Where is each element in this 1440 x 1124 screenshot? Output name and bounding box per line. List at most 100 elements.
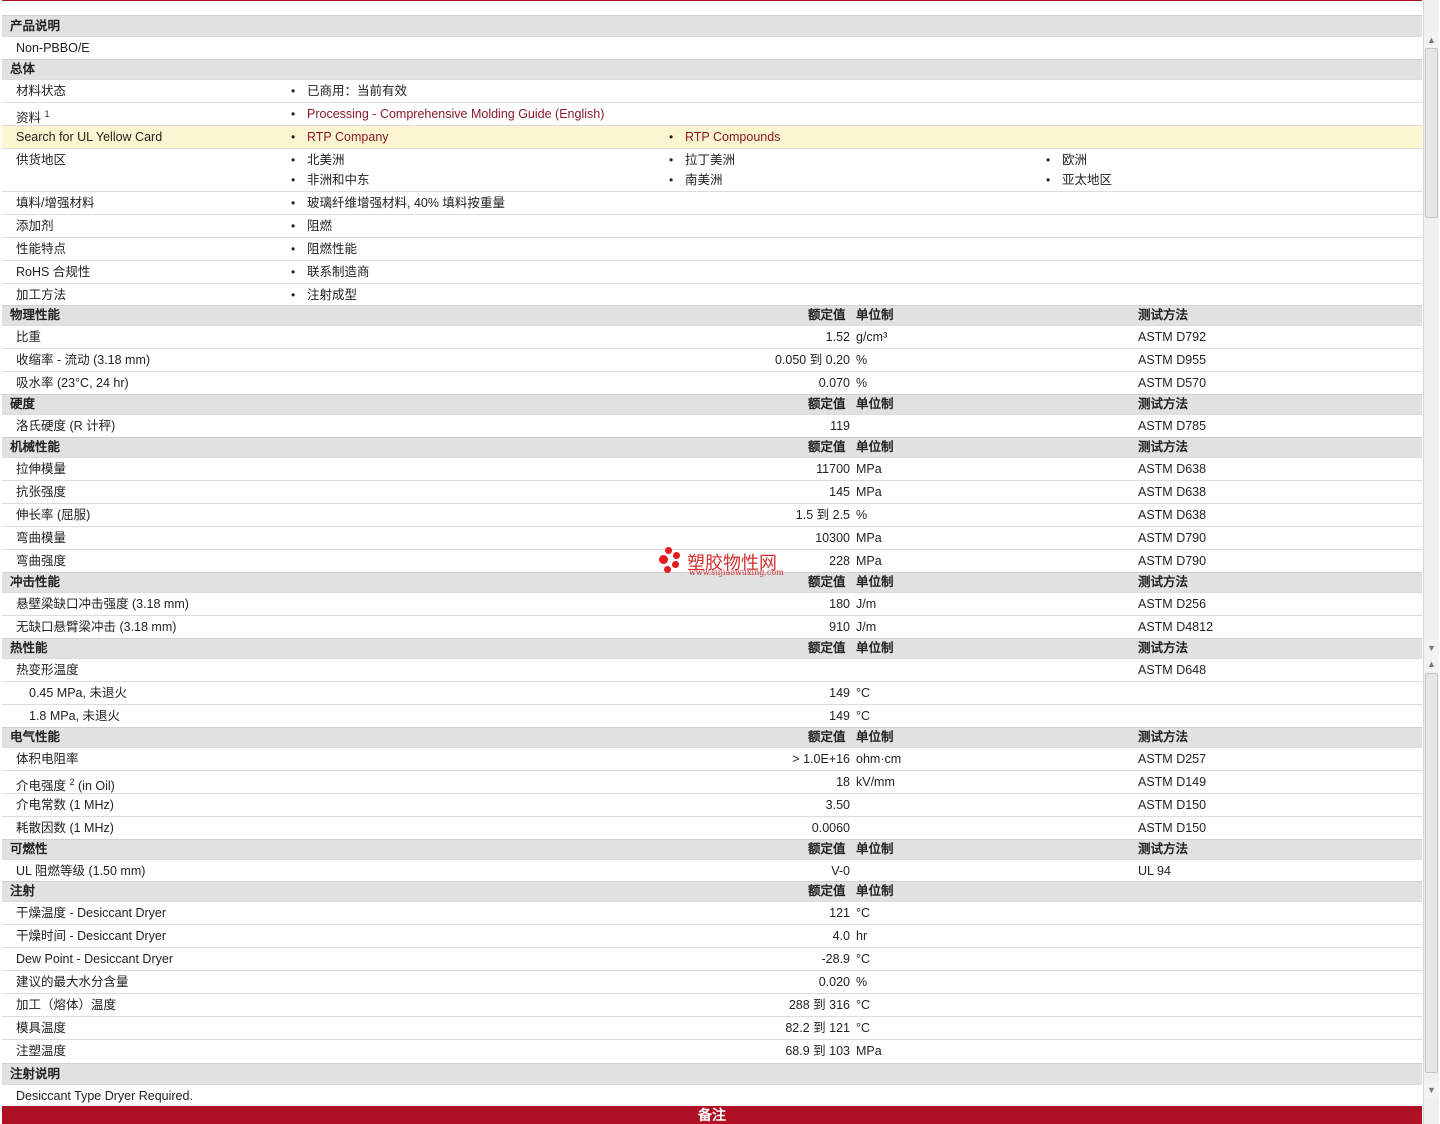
property-unit: hr bbox=[856, 929, 868, 943]
process-value: 注射成型 bbox=[291, 287, 357, 303]
property-unit: % bbox=[856, 353, 868, 367]
property-unit: ohm·cm bbox=[856, 752, 902, 766]
section-title: 冲击性能 bbox=[10, 575, 61, 589]
property-value: 0.070 bbox=[818, 376, 850, 390]
test-method: ASTM D150 bbox=[1138, 798, 1207, 812]
section-injection-notes-header: 注射说明 bbox=[2, 1063, 1422, 1084]
filler-value: 玻璃纤维增强材料, 40% 填料按重量 bbox=[291, 195, 505, 211]
section-title: 总体 bbox=[10, 62, 36, 76]
section-title: 产品说明 bbox=[10, 19, 61, 33]
injection-notes-text: Desiccant Type Dryer Required. bbox=[16, 1089, 193, 1103]
property-row: 加工（熔体）温度 288 到 316 °C bbox=[2, 993, 1422, 1016]
rtp-company-link[interactable]: RTP Company bbox=[291, 129, 389, 145]
test-method: ASTM D638 bbox=[1138, 508, 1207, 522]
property-value: 10300 bbox=[815, 531, 850, 545]
section-title: 注射 bbox=[10, 884, 36, 898]
property-unit: J/m bbox=[856, 620, 877, 634]
property-name-text: 干燥时间 - Desiccant Dryer bbox=[16, 929, 167, 943]
property-unit: MPa bbox=[856, 462, 882, 476]
property-unit: MPa bbox=[856, 1044, 882, 1058]
property-name-text: 0.45 MPa, 未退火 bbox=[29, 686, 127, 700]
filler-row: 填料/增强材料 玻璃纤维增强材料, 40% 填料按重量 bbox=[2, 191, 1422, 214]
property-name-text: 弯曲模量 bbox=[16, 531, 67, 545]
nominal-value-header: 额定值 bbox=[808, 884, 846, 898]
property-name-text: 耗散因数 (1 MHz) bbox=[16, 821, 114, 835]
property-unit: °C bbox=[856, 686, 871, 700]
property-row: 洛氏硬度 (R 计秤) 119 ASTM D785 bbox=[2, 414, 1422, 437]
property-unit: % bbox=[856, 975, 868, 989]
section-title: 热性能 bbox=[10, 641, 48, 655]
test-method: ASTM D955 bbox=[1138, 353, 1207, 367]
scroll-up-arrow-icon[interactable]: ▲ bbox=[1424, 656, 1439, 672]
row-label: 填料/增强材料 bbox=[16, 196, 95, 210]
property-name-text: 悬壁梁缺口冲击强度 (3.18 mm) bbox=[16, 597, 189, 611]
additive-value: 阻燃 bbox=[291, 218, 332, 234]
section-thermal-header: 热性能 额定值 单位制 测试方法 bbox=[2, 638, 1422, 658]
property-name: 体积电阻率 bbox=[16, 751, 79, 767]
property-name: 耗散因数 (1 MHz) bbox=[16, 820, 114, 836]
property-name-text: UL 阻燃等级 (1.50 mm) bbox=[16, 864, 146, 878]
property-name: 加工（熔体）温度 bbox=[16, 997, 116, 1013]
row-label: 性能特点 bbox=[16, 242, 67, 256]
ul-yellow-card-row: Search for UL Yellow Card RTP Company RT… bbox=[2, 125, 1422, 148]
property-name: UL 阻燃等级 (1.50 mm) bbox=[16, 863, 145, 879]
test-method-header: 测试方法 bbox=[1138, 730, 1189, 744]
docs-label: 资料 bbox=[16, 111, 42, 126]
property-name: 收缩率 - 流动 (3.18 mm) bbox=[16, 352, 150, 368]
property-name: 抗张强度 bbox=[16, 484, 66, 500]
scroll-up-arrow-icon[interactable]: ▲ bbox=[1424, 32, 1439, 48]
unit-header: 单位制 bbox=[856, 440, 894, 454]
test-method: ASTM D257 bbox=[1138, 752, 1207, 766]
property-name: 伸长率 (屈服) bbox=[16, 507, 90, 523]
test-method-header: 测试方法 bbox=[1138, 842, 1189, 856]
property-name: 介电强度 2 (in Oil) bbox=[16, 774, 115, 794]
notes-footer-bar[interactable]: 备注 bbox=[2, 1106, 1422, 1124]
property-value: 1.52 bbox=[825, 330, 850, 344]
property-name: 模具温度 bbox=[16, 1020, 66, 1036]
property-name-text: 干燥温度 - Desiccant Dryer bbox=[16, 906, 167, 920]
property-unit: % bbox=[856, 376, 868, 390]
property-row: 热变形温度 ASTM D648 bbox=[2, 658, 1422, 681]
property-name-text: 比重 bbox=[16, 330, 42, 344]
rtp-compounds-link[interactable]: RTP Compounds bbox=[669, 129, 780, 145]
section-product-header: 产品说明 bbox=[2, 15, 1422, 36]
property-unit: °C bbox=[856, 998, 871, 1012]
property-row: 无缺口悬臂梁冲击 (3.18 mm) 910 J/m ASTM D4812 bbox=[2, 615, 1422, 638]
molding-guide-link[interactable]: Processing - Comprehensive Molding Guide… bbox=[291, 106, 604, 122]
row-label: 供货地区 bbox=[16, 153, 67, 167]
property-name-text: 1.8 MPa, 未退火 bbox=[29, 709, 120, 723]
property-unit: °C bbox=[856, 906, 871, 920]
scroll-down-arrow-icon[interactable]: ▼ bbox=[1424, 1082, 1439, 1098]
scroll-thumb[interactable] bbox=[1425, 673, 1438, 1073]
property-name: 建议的最大水分含量 bbox=[16, 974, 129, 990]
property-name: 比重 bbox=[16, 329, 41, 345]
section-flammability-header: 可燃性 额定值 单位制 测试方法 bbox=[2, 839, 1422, 859]
property-name-text: Dew Point - Desiccant Dryer bbox=[16, 952, 173, 966]
property-name: 吸水率 (23°C, 24 hr) bbox=[16, 375, 129, 391]
unit-header: 单位制 bbox=[856, 397, 894, 411]
property-unit: °C bbox=[856, 952, 871, 966]
property-value: 149 bbox=[829, 709, 850, 723]
property-name-text: 洛氏硬度 (R 计秤) bbox=[16, 419, 116, 433]
property-name-text: 热变形温度 bbox=[16, 663, 79, 677]
property-row: 干燥温度 - Desiccant Dryer 121 °C bbox=[2, 901, 1422, 924]
property-name: 无缺口悬臂梁冲击 (3.18 mm) bbox=[16, 619, 176, 635]
property-row: 1.8 MPa, 未退火 149 °C bbox=[2, 704, 1422, 727]
section-title: 注射说明 bbox=[10, 1067, 61, 1081]
property-name: 拉伸模量 bbox=[16, 461, 66, 477]
scroll-down-arrow-icon[interactable]: ▼ bbox=[1424, 640, 1439, 656]
section-injection-header: 注射 额定值 单位制 bbox=[2, 881, 1422, 901]
property-unit: J/m bbox=[856, 597, 877, 611]
unit-header: 单位制 bbox=[856, 730, 894, 744]
property-row: 注塑温度 68.9 到 103 MPa bbox=[2, 1039, 1422, 1062]
vertical-scrollbar[interactable]: ▲ ▼ ▲ ▼ bbox=[1423, 0, 1439, 1124]
property-row: 拉伸模量 11700 MPa ASTM D638 bbox=[2, 457, 1422, 480]
property-name-text: 介电强度 bbox=[16, 779, 67, 794]
unit-header: 单位制 bbox=[856, 575, 894, 589]
scroll-thumb[interactable] bbox=[1425, 48, 1438, 218]
nominal-value-header: 额定值 bbox=[808, 308, 846, 322]
property-row: 干燥时间 - Desiccant Dryer 4.0 hr bbox=[2, 924, 1422, 947]
test-method: ASTM D4812 bbox=[1138, 620, 1214, 634]
region-item: 拉丁美洲 bbox=[669, 152, 735, 168]
nominal-value-header: 额定值 bbox=[808, 440, 846, 454]
